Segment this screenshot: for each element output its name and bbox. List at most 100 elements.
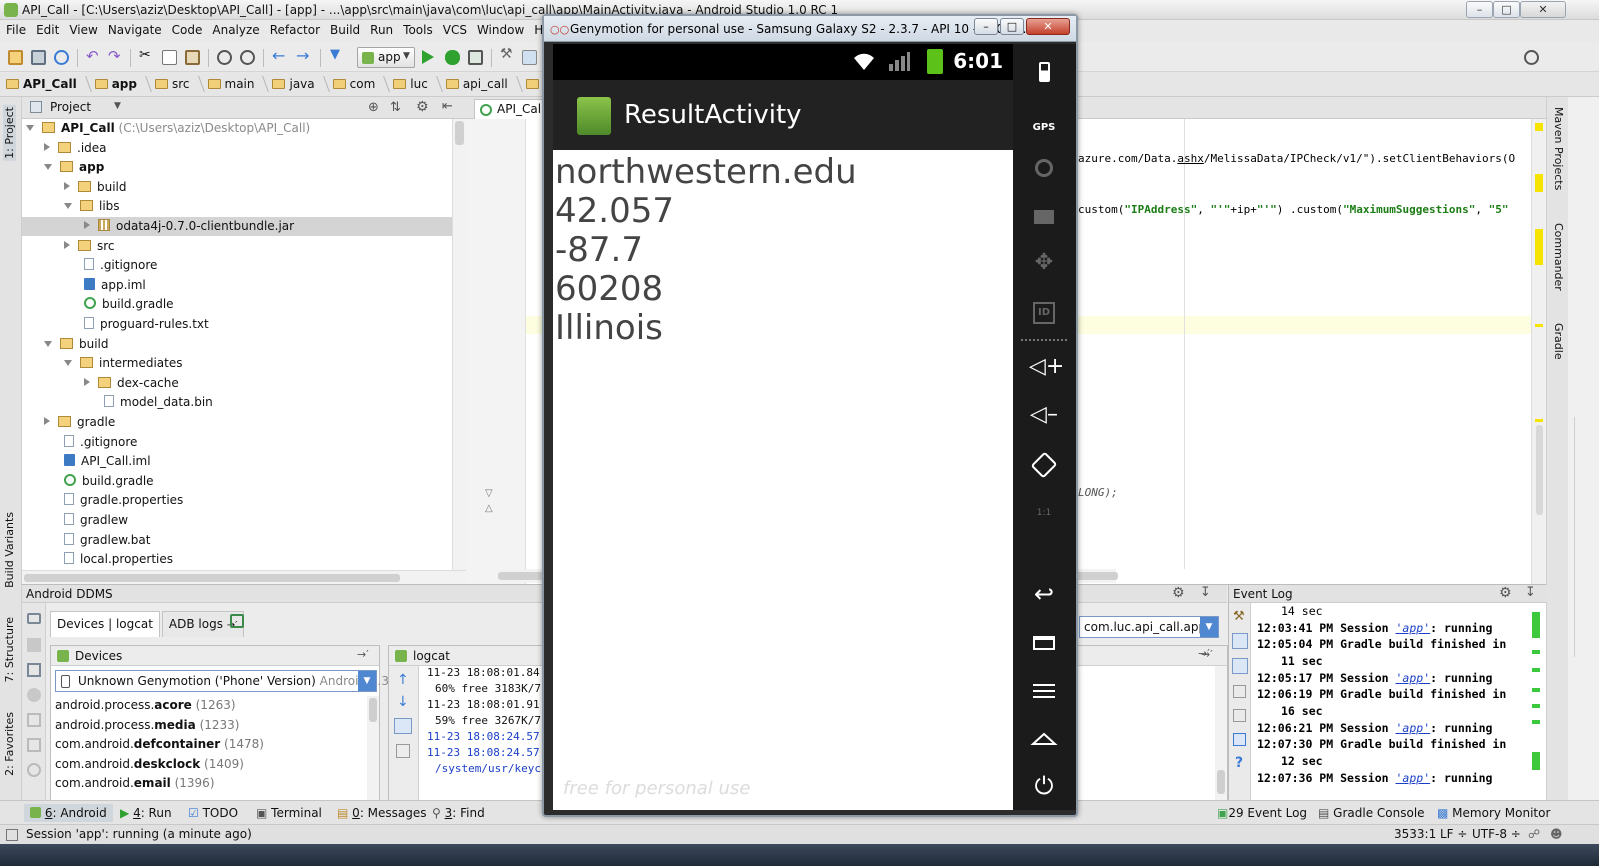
tree-item[interactable]: build.gradle bbox=[84, 295, 514, 314]
tab-build-variants[interactable]: Build Variants bbox=[3, 512, 16, 588]
code-line[interactable]: custom("IPAddress", "'"+ip+"'") .custom(… bbox=[1078, 203, 1509, 216]
paste-icon[interactable] bbox=[185, 50, 200, 65]
crumb-src[interactable]: src bbox=[149, 73, 202, 97]
checkbox-icon[interactable] bbox=[1233, 709, 1246, 722]
log-line[interactable]: 11-23 18:08:01.84 bbox=[427, 666, 540, 679]
log-line[interactable]: 11-23 18:08:24.57 bbox=[427, 746, 540, 759]
redo-icon[interactable]: ↷ bbox=[108, 47, 123, 65]
battery-control-icon[interactable] bbox=[1029, 58, 1059, 88]
process-list-scrollbar[interactable] bbox=[367, 696, 379, 800]
lock-icon[interactable]: ☍ bbox=[1528, 827, 1540, 841]
gear-icon[interactable]: ⚙ bbox=[1172, 585, 1185, 601]
gps-icon[interactable]: GPS bbox=[1029, 106, 1059, 136]
tree-item[interactable]: build bbox=[44, 335, 474, 354]
menu-vcs[interactable]: VCS bbox=[438, 20, 472, 37]
caret-position[interactable]: 3533:1 bbox=[1394, 827, 1436, 841]
find-icon[interactable] bbox=[217, 50, 232, 65]
project-structure-icon[interactable] bbox=[522, 50, 537, 65]
crumb-api-call[interactable]: API_Call bbox=[0, 73, 89, 97]
tree-item[interactable]: .idea bbox=[44, 139, 474, 158]
menu-edit[interactable]: Edit bbox=[31, 20, 64, 37]
gc-icon[interactable] bbox=[27, 763, 41, 777]
recent-apps-icon[interactable] bbox=[1029, 628, 1059, 658]
hide-panel-icon[interactable]: ↧ bbox=[1200, 585, 1211, 600]
log-line[interactable]: 59% free 3267K/7 bbox=[435, 714, 541, 727]
chevron-down-icon[interactable]: ▼ bbox=[114, 101, 121, 111]
remote-control-icon[interactable]: ✥ bbox=[1029, 250, 1059, 280]
process-item[interactable]: android.process.acore (1263) bbox=[55, 698, 236, 712]
replace-icon[interactable] bbox=[240, 50, 255, 65]
settings-wrench-icon[interactable]: ⚒ bbox=[1233, 609, 1245, 624]
tree-item[interactable]: gradlew.bat bbox=[64, 531, 494, 550]
menu-navigate[interactable]: Navigate bbox=[103, 20, 167, 37]
menu-window[interactable]: Window bbox=[472, 20, 529, 37]
tab-memory-monitor[interactable]: ▩ Memory Monitor bbox=[1437, 806, 1550, 820]
event-line[interactable]: 14 sec bbox=[1281, 604, 1323, 618]
scroll-up-icon[interactable]: ↑ bbox=[397, 672, 409, 688]
restart-adb-icon[interactable] bbox=[230, 614, 244, 628]
tree-item[interactable]: app bbox=[44, 158, 474, 177]
screencast-icon[interactable] bbox=[1029, 202, 1059, 232]
menu-code[interactable]: Code bbox=[167, 20, 208, 37]
crumb-app[interactable]: app bbox=[89, 73, 149, 97]
volume-up-icon[interactable]: ◁+ bbox=[1029, 354, 1064, 384]
tree-item[interactable]: app.iml bbox=[84, 276, 514, 295]
process-item[interactable]: com.android.deskclock (1409) bbox=[55, 757, 244, 771]
process-item[interactable]: com.android.email (1396) bbox=[55, 776, 215, 790]
tab-maven-projects[interactable]: Maven Projects bbox=[1552, 107, 1565, 190]
forward-icon[interactable]: → bbox=[296, 46, 311, 65]
detach-icon[interactable]: →′ bbox=[1198, 647, 1210, 660]
detach-icon[interactable]: →′ bbox=[357, 648, 369, 661]
tab-todo[interactable]: ☑ TODO bbox=[188, 806, 238, 820]
project-vertical-scrollbar[interactable] bbox=[452, 119, 466, 570]
log-line[interactable]: /system/usr/keyc bbox=[435, 762, 541, 775]
tree-item[interactable]: gradle bbox=[44, 413, 474, 432]
log-line[interactable]: 11-23 18:08:24.57 bbox=[427, 730, 540, 743]
event-line[interactable]: 12:05:04 PM Gradle build finished in bbox=[1257, 637, 1506, 651]
search-everywhere-icon[interactable] bbox=[1524, 50, 1539, 65]
event-line[interactable]: 12:05:17 PM Session 'app': running bbox=[1257, 671, 1492, 685]
menu-icon[interactable] bbox=[1029, 676, 1059, 706]
screen-capture-icon[interactable] bbox=[27, 663, 41, 677]
tree-item[interactable]: build.gradle bbox=[64, 472, 494, 491]
project-panel-title[interactable]: Project bbox=[50, 100, 91, 114]
event-line[interactable]: 11 sec bbox=[1281, 654, 1323, 668]
back-icon[interactable]: ← bbox=[272, 46, 287, 65]
trash-icon[interactable] bbox=[1233, 733, 1246, 746]
tree-item[interactable]: src bbox=[64, 237, 494, 256]
line-separator[interactable]: LF ÷ bbox=[1440, 827, 1467, 841]
tab-devices-logcat[interactable]: Devices | logcat bbox=[50, 611, 160, 637]
power-icon[interactable]: ⏻ bbox=[1029, 772, 1059, 802]
tab-messages[interactable]: ▤ 0: Messages bbox=[337, 806, 427, 820]
tab-commander[interactable]: Commander bbox=[1552, 223, 1565, 291]
scroll-down-icon[interactable]: ↓ bbox=[397, 694, 409, 710]
crumb-com[interactable]: com bbox=[327, 73, 388, 97]
editor-vertical-scrollbar[interactable] bbox=[1531, 119, 1546, 584]
tree-item[interactable]: intermediates bbox=[64, 354, 494, 373]
tree-item[interactable]: build bbox=[64, 178, 494, 197]
tab-gradle-console[interactable]: ▤ Gradle Console bbox=[1318, 806, 1425, 820]
tree-item[interactable]: API_Call.iml bbox=[64, 452, 494, 471]
menu-build[interactable]: Build bbox=[325, 20, 365, 37]
clear-log-icon[interactable] bbox=[396, 744, 410, 758]
settings-wrench-icon[interactable]: ⚒ bbox=[500, 46, 515, 62]
tab-run[interactable]: ▶ 4: Run bbox=[120, 806, 172, 820]
tree-item[interactable]: dex-cache bbox=[84, 374, 514, 393]
maximize-button[interactable]: □ bbox=[1493, 1, 1520, 18]
scroll-from-source-icon[interactable]: ⊕ bbox=[368, 100, 379, 115]
crumb-luc[interactable]: luc bbox=[387, 73, 440, 97]
event-line[interactable]: 16 sec bbox=[1281, 704, 1323, 718]
tab-gradle[interactable]: Gradle bbox=[1552, 323, 1565, 360]
process-item[interactable]: com.android.defcontainer (1478) bbox=[55, 737, 264, 751]
event-line[interactable]: 12:06:19 PM Gradle build finished in bbox=[1257, 687, 1506, 701]
minimize-button[interactable]: – bbox=[1466, 1, 1493, 18]
fold-marker-icon[interactable]: △ bbox=[485, 503, 493, 514]
soft-wrap-icon[interactable] bbox=[1232, 658, 1248, 674]
hide-panel-icon[interactable]: ⇤ bbox=[442, 99, 453, 114]
process-item[interactable]: android.process.media (1233) bbox=[55, 718, 239, 732]
tab-project[interactable]: 1: Project bbox=[3, 105, 16, 161]
chevron-down-icon[interactable]: ▼ bbox=[358, 671, 376, 691]
save-icon[interactable] bbox=[31, 50, 46, 65]
home-icon[interactable] bbox=[1029, 724, 1059, 754]
toggle-tool-windows-icon[interactable] bbox=[6, 829, 18, 841]
